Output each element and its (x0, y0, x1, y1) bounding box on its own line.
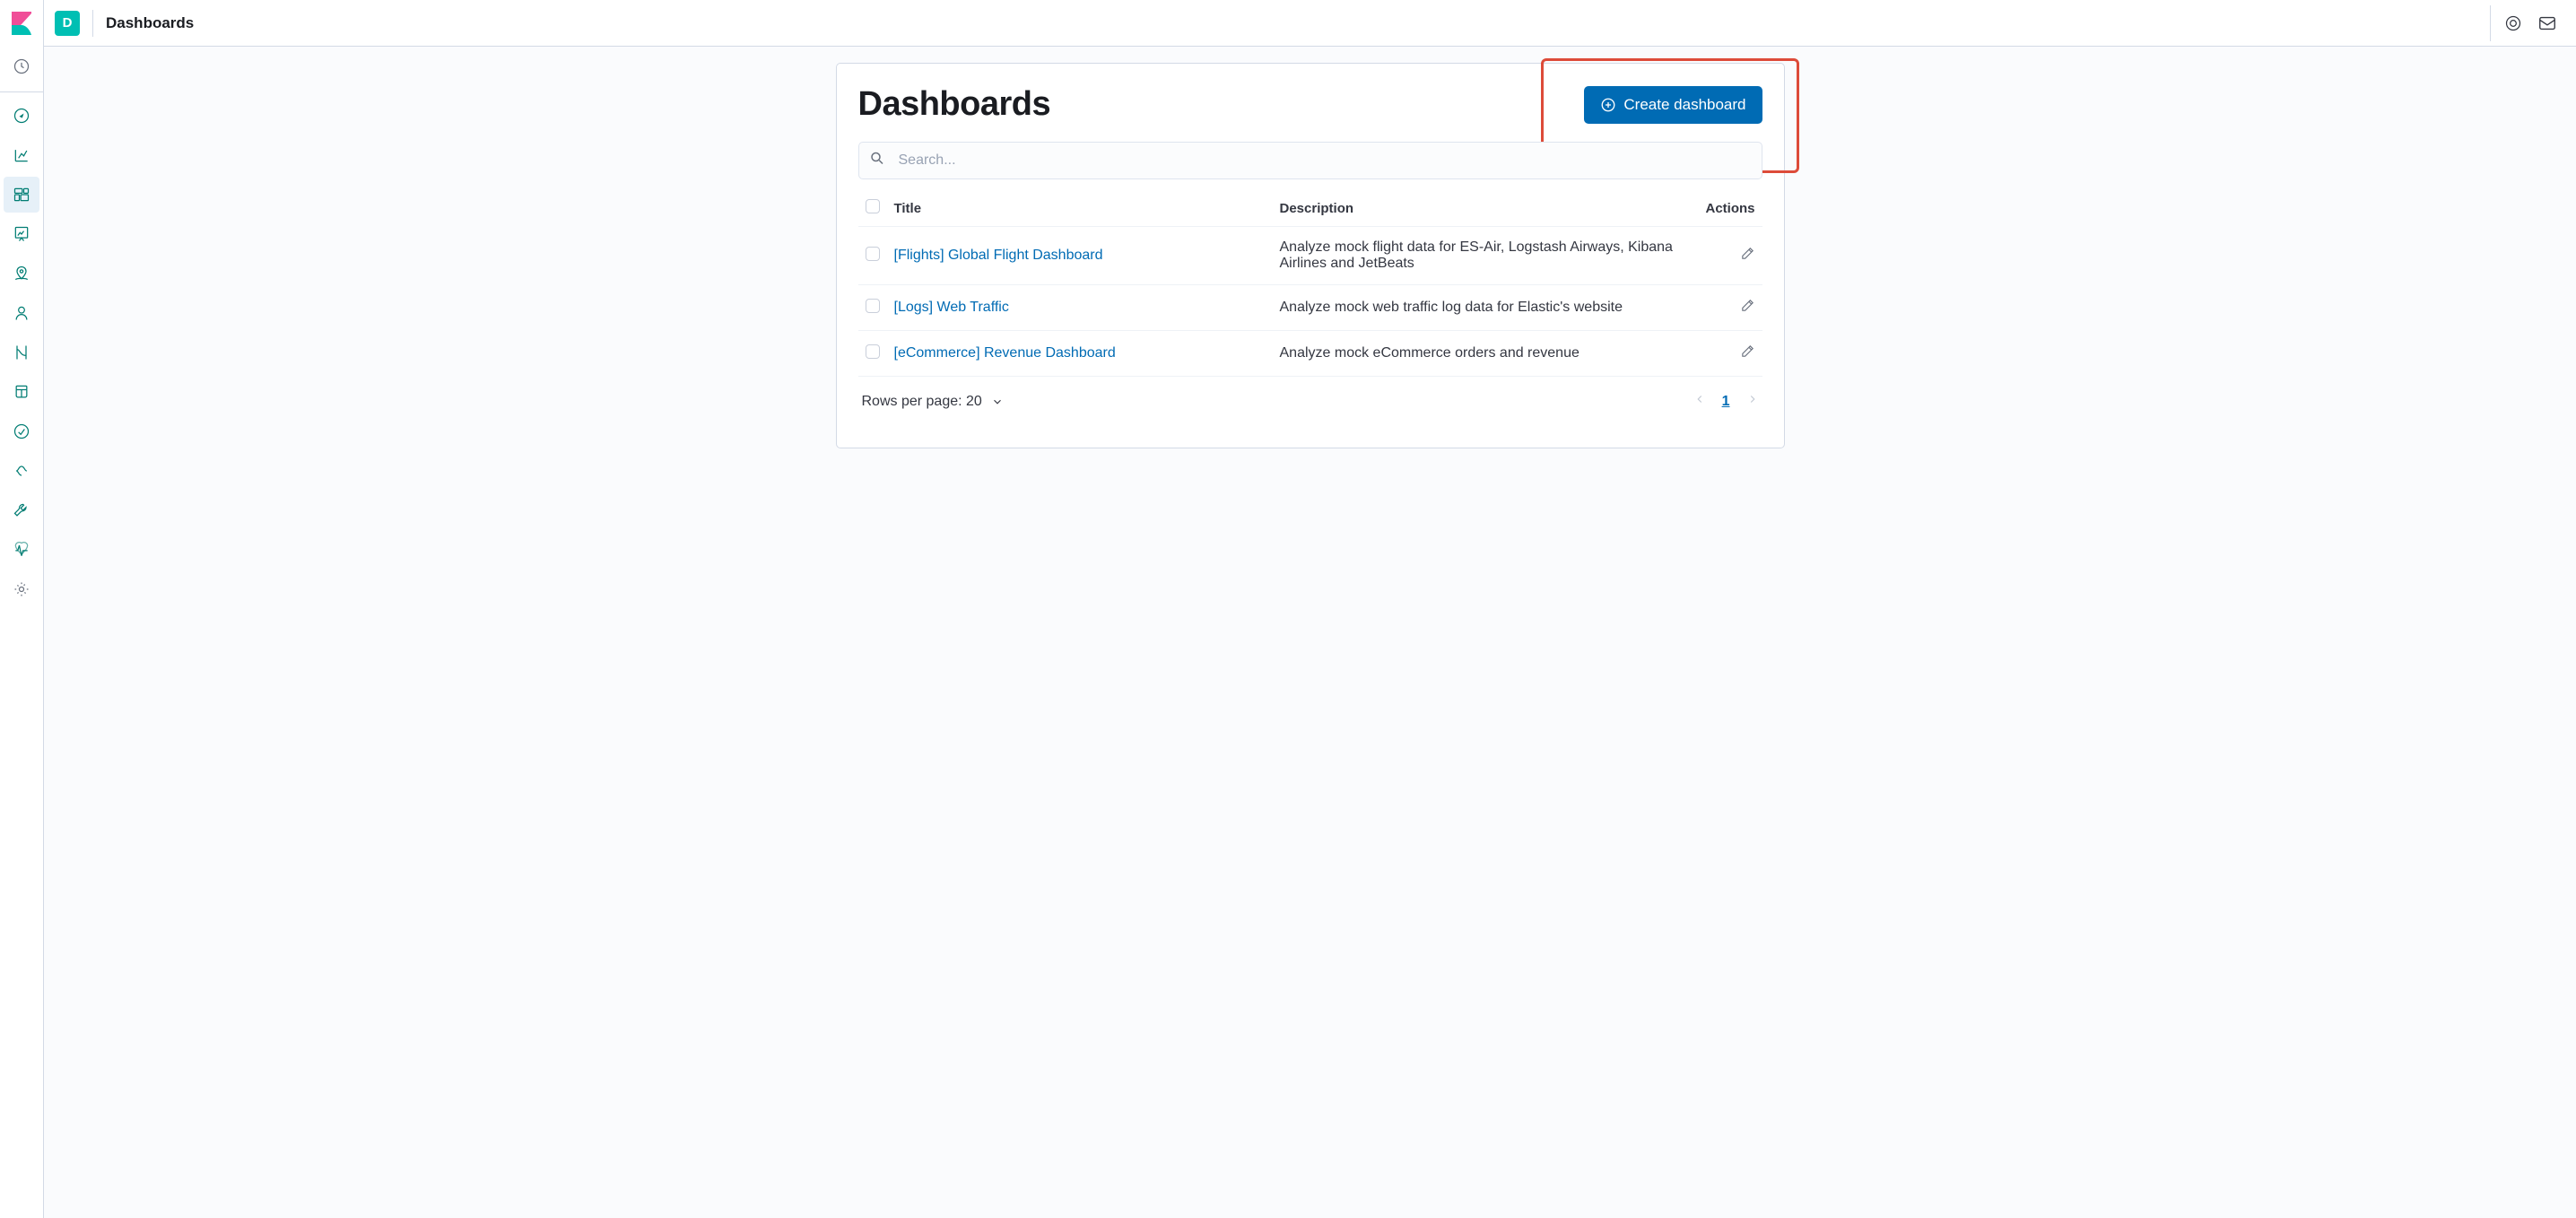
plus-circle-icon (1600, 97, 1616, 113)
kibana-logo[interactable] (0, 0, 44, 47)
dashboard-description: Analyze mock web traffic log data for El… (1273, 285, 1692, 331)
discover-icon[interactable] (4, 98, 39, 134)
canvas-icon[interactable] (4, 216, 39, 252)
recent-icon[interactable] (4, 48, 39, 84)
newsfeed-icon[interactable] (2529, 5, 2565, 41)
infra-icon[interactable] (4, 335, 39, 370)
rows-per-page-label: Rows per page: 20 (862, 394, 982, 410)
space-selector[interactable]: D (55, 11, 80, 36)
ml-icon[interactable] (4, 295, 39, 331)
next-page (1746, 393, 1759, 410)
row-checkbox[interactable] (866, 299, 880, 313)
edit-icon[interactable] (1740, 301, 1755, 317)
apm-icon[interactable] (4, 453, 39, 489)
page-number[interactable]: 1 (1722, 394, 1730, 410)
management-icon[interactable] (4, 571, 39, 607)
search-icon (869, 151, 885, 171)
select-all-checkbox[interactable] (866, 199, 880, 213)
edit-icon[interactable] (1740, 347, 1755, 362)
table-row: [eCommerce] Revenue Dashboard Analyze mo… (858, 331, 1762, 377)
rows-per-page[interactable]: Rows per page: 20 (862, 394, 1004, 410)
dashboard-description: Analyze mock flight data for ES-Air, Log… (1273, 227, 1692, 285)
dashboard-icon[interactable] (4, 177, 39, 213)
col-description: Description (1273, 190, 1692, 227)
table-row: [Logs] Web Traffic Analyze mock web traf… (858, 285, 1762, 331)
devtools-icon[interactable] (4, 492, 39, 528)
row-checkbox[interactable] (866, 344, 880, 359)
create-dashboard-label: Create dashboard (1623, 96, 1745, 114)
col-actions: Actions (1692, 190, 1762, 227)
help-icon[interactable] (2490, 5, 2526, 41)
monitoring-icon[interactable] (4, 532, 39, 568)
breadcrumb: Dashboards (106, 14, 194, 32)
dashboard-link[interactable]: [Flights] Global Flight Dashboard (894, 248, 1103, 263)
topbar: D Dashboards (44, 0, 2576, 47)
dashboards-panel: Dashboards Create dashboard (836, 63, 1785, 448)
row-checkbox[interactable] (866, 247, 880, 261)
edit-icon[interactable] (1740, 249, 1755, 265)
table-row: [Flights] Global Flight Dashboard Analyz… (858, 227, 1762, 285)
visualize-icon[interactable] (4, 137, 39, 173)
logs-icon[interactable] (4, 374, 39, 410)
chevron-down-icon (991, 396, 1004, 408)
dashboards-table: Title Description Actions [Flights] Glob… (858, 190, 1762, 377)
pagination: 1 (1693, 393, 1759, 410)
col-title[interactable]: Title (887, 190, 1273, 227)
page-title: Dashboards (858, 85, 1051, 124)
dashboard-link[interactable]: [Logs] Web Traffic (894, 300, 1009, 315)
search-input[interactable] (858, 142, 1762, 179)
uptime-icon[interactable] (4, 413, 39, 449)
dashboard-description: Analyze mock eCommerce orders and revenu… (1273, 331, 1692, 377)
create-dashboard-button[interactable]: Create dashboard (1584, 86, 1762, 124)
dashboard-link[interactable]: [eCommerce] Revenue Dashboard (894, 345, 1116, 361)
maps-icon[interactable] (4, 256, 39, 291)
prev-page (1693, 393, 1706, 410)
app-sidebar (0, 0, 44, 1218)
